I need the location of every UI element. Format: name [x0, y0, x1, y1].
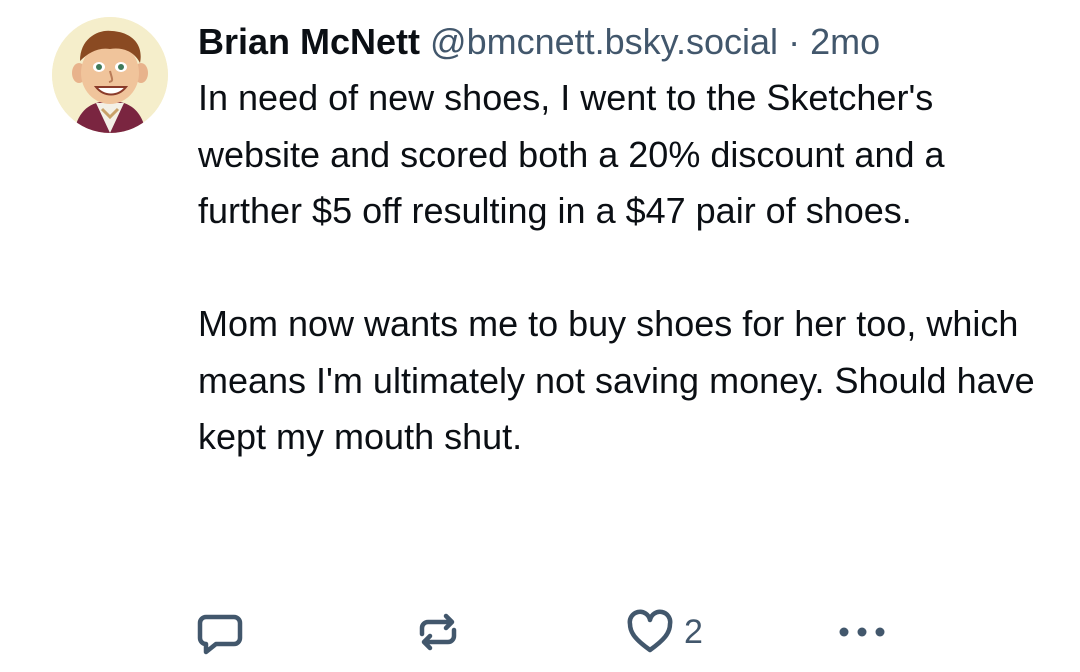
- heart-outline-icon: [627, 609, 673, 653]
- like-button[interactable]: 2: [626, 608, 703, 656]
- post-header: Brian McNett @bmcnett.bsky.social · 2mo: [198, 14, 1058, 70]
- post-paragraph-2: Mom now wants me to buy shoes for her to…: [198, 303, 1035, 457]
- repost-button[interactable]: [414, 608, 462, 656]
- ellipsis-icon: [839, 627, 885, 637]
- post-card: Brian McNett @bmcnett.bsky.social · 2mo …: [0, 0, 1080, 672]
- header-separator: ·: [788, 21, 801, 62]
- reply-button[interactable]: [196, 608, 244, 656]
- repost-arrows-icon: [419, 613, 457, 651]
- author-handle[interactable]: @bmcnett.bsky.social: [430, 21, 778, 62]
- avatar-illustration: [52, 17, 168, 133]
- post-content: Brian McNett @bmcnett.bsky.social · 2mo …: [198, 14, 1058, 466]
- more-options-button[interactable]: [836, 608, 888, 656]
- avatar[interactable]: [52, 17, 168, 133]
- post-actions: 2: [196, 608, 896, 656]
- author-name[interactable]: Brian McNett: [198, 21, 420, 62]
- like-count: 2: [684, 612, 703, 651]
- post-text: In need of new shoes, I went to the Sket…: [198, 70, 1058, 466]
- post-timestamp[interactable]: 2mo: [810, 21, 880, 62]
- post-paragraph-1: In need of new shoes, I went to the Sket…: [198, 77, 945, 231]
- speech-bubble-icon: [197, 614, 243, 655]
